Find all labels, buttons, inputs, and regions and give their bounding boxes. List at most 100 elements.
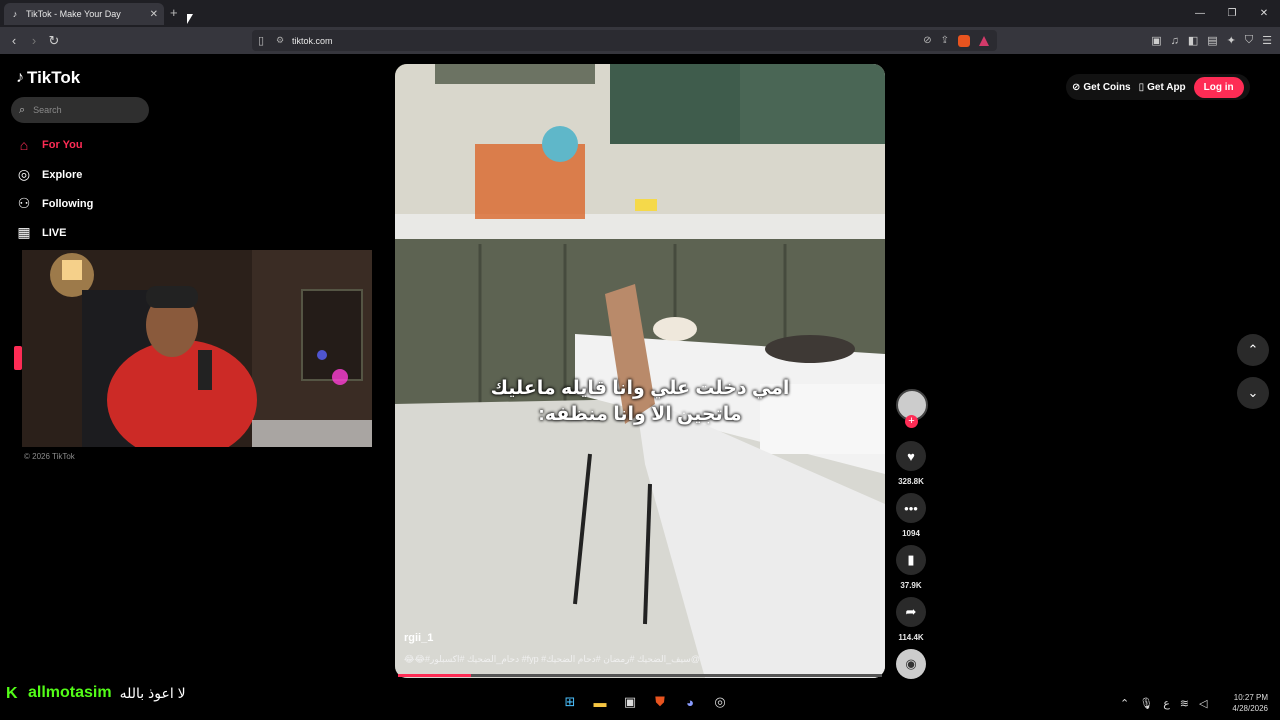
video-hashtags[interactable]: 😂😂#دحام_الضحيك #اكسبلور #fyp #سيف_الضحيك… — [404, 654, 724, 665]
obs-icon[interactable]: ◎ — [710, 692, 730, 712]
forward-icon[interactable]: › — [24, 31, 44, 51]
home-icon: ⌂ — [19, 137, 29, 153]
reload-icon[interactable]: ↻ — [44, 31, 64, 51]
get-app-label: Get App — [1147, 81, 1186, 93]
mouse-cursor-icon — [187, 14, 193, 24]
share-icon[interactable]: ⇪ — [941, 35, 949, 46]
tab-close-icon[interactable]: ✕ — [150, 9, 158, 20]
video-author[interactable]: rgii_1 — [404, 632, 433, 644]
leo-ai-icon[interactable]: ✦ — [1227, 34, 1236, 47]
address-bar[interactable]: ▯ ⚙ tiktok.com ⊘ ⇪ — [252, 30, 997, 51]
search-input[interactable]: ⌕ Search — [11, 97, 149, 123]
tiktok-favicon-icon: ♪ — [12, 9, 18, 19]
search-icon: ⌕ — [19, 103, 26, 116]
site-info-icon[interactable]: ⚙ — [276, 35, 292, 46]
back-icon[interactable]: ‹ — [4, 31, 24, 51]
logo-text: TikTok — [27, 68, 81, 87]
sidebar-item-label: For You — [42, 139, 83, 151]
tab-title: TikTok - Make Your Day — [26, 9, 121, 19]
coin-icon: ⊘ — [1072, 81, 1081, 93]
previous-video-button[interactable]: ⌃ — [1237, 334, 1269, 366]
tiktok-logo[interactable]: ♪ TikTok — [16, 68, 80, 88]
url-text[interactable]: tiktok.com — [292, 36, 923, 46]
restore-icon[interactable]: ❐ — [1216, 0, 1248, 27]
comment-icon: ••• — [904, 500, 918, 516]
sidebar-item-label: Explore — [42, 168, 83, 181]
live-icon: ▦ — [17, 224, 31, 240]
comment-button[interactable]: ••• — [896, 493, 926, 523]
like-button[interactable]: ♥ — [896, 441, 926, 471]
vpn-icon[interactable]: ⛉ — [1245, 34, 1253, 47]
taskbar-clock[interactable]: 10:27 PM 4/28/2026 — [1224, 692, 1268, 714]
video-player[interactable] — [395, 64, 885, 678]
taskbar-apps: ⊞ ▬ ▣ ⛊ ◕ ◎ — [560, 692, 730, 712]
sidebar-item-label: Following — [42, 197, 94, 210]
get-coins-label: Get Coins — [1083, 81, 1131, 93]
get-app-button[interactable]: ▯ Get App — [1139, 82, 1186, 93]
music-disc[interactable]: ◉ — [896, 649, 926, 679]
window-controls: — ❐ ✕ — [1184, 0, 1280, 27]
browser-tab[interactable]: ♪ TikTok - Make Your Day ✕ — [4, 3, 164, 25]
chat-message: لا اعوذ بالله — [119, 684, 186, 701]
translate-off-icon[interactable]: ⊘ — [923, 35, 931, 46]
sidebar-item-following[interactable]: ⚇ Following — [16, 195, 94, 212]
share-button[interactable]: ➦ — [896, 597, 926, 627]
phone-icon: ▯ — [1138, 81, 1145, 93]
header-actions: ⊘ Get Coins ▯ Get App Log in — [1066, 74, 1250, 100]
discord-icon[interactable]: ◕ — [680, 692, 700, 712]
video-caption: امي دخلت علي وانا قايله ماعليك ماتجين ال… — [395, 376, 885, 428]
comment-count: 1094 — [902, 529, 920, 538]
chat-username: allmotasim — [28, 684, 112, 701]
chevron-up-icon: ⌃ — [1247, 342, 1259, 357]
brave-shields-icon[interactable] — [958, 34, 970, 47]
bookmark-icon: ▮ — [907, 552, 915, 567]
search-placeholder: Search — [33, 105, 62, 115]
reading-list-icon[interactable]: ◧ — [1188, 34, 1198, 47]
wallet-icon[interactable]: ▤ — [1207, 34, 1217, 47]
caption-line-1: امي دخلت علي وانا قايله ماعليك — [490, 378, 790, 399]
bookmark-icon[interactable]: ▯ — [258, 34, 276, 47]
volume-icon[interactable]: ◁ — [1199, 697, 1207, 710]
menu-icon[interactable]: ☰ — [1262, 34, 1272, 47]
sidebar-item-explore[interactable]: ◎ Explore — [16, 166, 82, 183]
tray-chevron-up-icon[interactable]: ⌃ — [1120, 697, 1129, 710]
system-tray: ⌃ 🎙 ع ≋ ◁ — [1120, 692, 1207, 714]
save-button[interactable]: ▮ — [896, 545, 926, 575]
close-window-icon[interactable]: ✕ — [1248, 0, 1280, 27]
sidebar-item-live[interactable]: ▦ LIVE — [16, 224, 66, 241]
webcam-scene — [22, 250, 372, 447]
like-count: 328.8K — [898, 477, 924, 486]
get-coins-button[interactable]: ⊘ Get Coins — [1072, 82, 1131, 93]
microphone-icon[interactable]: 🎙 — [1139, 697, 1153, 710]
caption-line-2: ماتجين الا وانا منظفه: — [538, 404, 742, 425]
input-language[interactable]: ع — [1163, 697, 1170, 710]
save-count: 37.9K — [900, 581, 922, 590]
follow-plus-icon[interactable]: + — [905, 415, 918, 428]
brave-browser-icon[interactable]: ⛊ — [650, 692, 670, 712]
file-explorer-icon[interactable]: ▬ — [590, 692, 610, 712]
wifi-icon[interactable]: ≋ — [1180, 697, 1189, 710]
video-frame — [395, 64, 885, 678]
tiktok-note-icon: ♪ — [16, 69, 24, 86]
login-button[interactable]: Log in — [1193, 76, 1244, 98]
brave-rewards-icon[interactable] — [979, 35, 989, 46]
sidebar-toggle-icon[interactable]: ▣ — [1151, 34, 1161, 47]
video-progress-bar[interactable] — [398, 674, 882, 677]
progress-fill — [398, 674, 471, 677]
windows-start-icon[interactable]: ⊞ — [560, 692, 580, 712]
clock-date: 4/28/2026 — [1232, 704, 1268, 713]
sidebar-upload-button-partial[interactable] — [14, 346, 22, 370]
disc-icon: ◉ — [905, 656, 917, 671]
share-count: 114.4K — [898, 633, 924, 642]
store-icon[interactable]: ▣ — [620, 692, 640, 712]
next-video-button[interactable]: ⌄ — [1237, 377, 1269, 409]
copyright-text: © 2026 TikTok — [24, 452, 75, 461]
clock-time: 10:27 PM — [1233, 693, 1268, 702]
sidebar-item-for-you[interactable]: ⌂ For You — [16, 137, 83, 153]
new-tab-button[interactable]: + — [170, 5, 178, 20]
kick-logo-icon: K — [6, 685, 18, 702]
media-icon[interactable]: ♫ — [1171, 35, 1179, 47]
compass-icon: ◎ — [17, 166, 31, 182]
stream-chat-overlay: K allmotasim لا اعوذ بالله — [6, 684, 186, 702]
minimize-icon[interactable]: — — [1184, 0, 1216, 27]
